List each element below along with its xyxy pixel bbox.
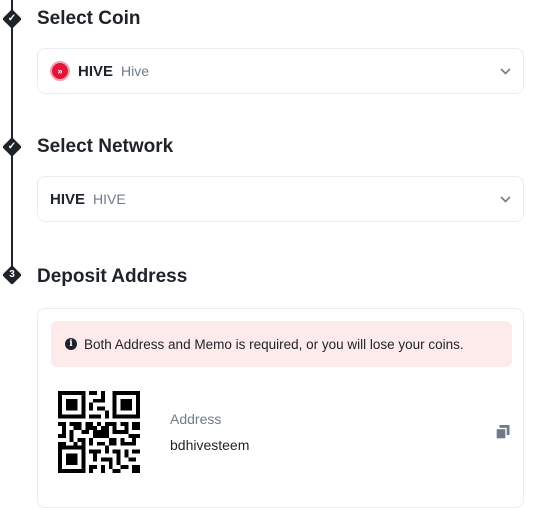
network-select-dropdown[interactable]: HIVE HIVE (37, 176, 524, 222)
step-title-select-coin: Select Coin (37, 8, 141, 29)
qr-code (58, 391, 140, 473)
chevron-down-icon (499, 193, 511, 205)
hive-logo-icon: » (50, 61, 70, 81)
warning-text: Both Address and Memo is required, or yo… (84, 336, 464, 352)
step-title-select-network: Select Network (37, 136, 174, 157)
address-label: Address (170, 411, 222, 427)
coin-select-dropdown[interactable]: » HIVE Hive (37, 48, 524, 94)
deposit-address-card: i Both Address and Memo is required, or … (37, 308, 524, 508)
coin-name: Hive (121, 63, 150, 79)
address-value: bdhivesteem (170, 437, 250, 453)
chevron-down-icon (499, 65, 511, 77)
step-2-check-icon: ✓ (2, 137, 22, 157)
info-icon: i (65, 338, 77, 350)
network-symbol: HIVE (50, 190, 86, 208)
step-title-deposit-address: Deposit Address (37, 266, 188, 287)
coin-symbol: HIVE (78, 62, 114, 80)
step-1-check-icon: ✓ (2, 9, 22, 29)
copy-icon[interactable] (495, 424, 511, 440)
memo-warning-banner: i Both Address and Memo is required, or … (51, 321, 512, 367)
network-name: HIVE (93, 191, 126, 207)
step-3-marker: 3 (2, 265, 22, 285)
